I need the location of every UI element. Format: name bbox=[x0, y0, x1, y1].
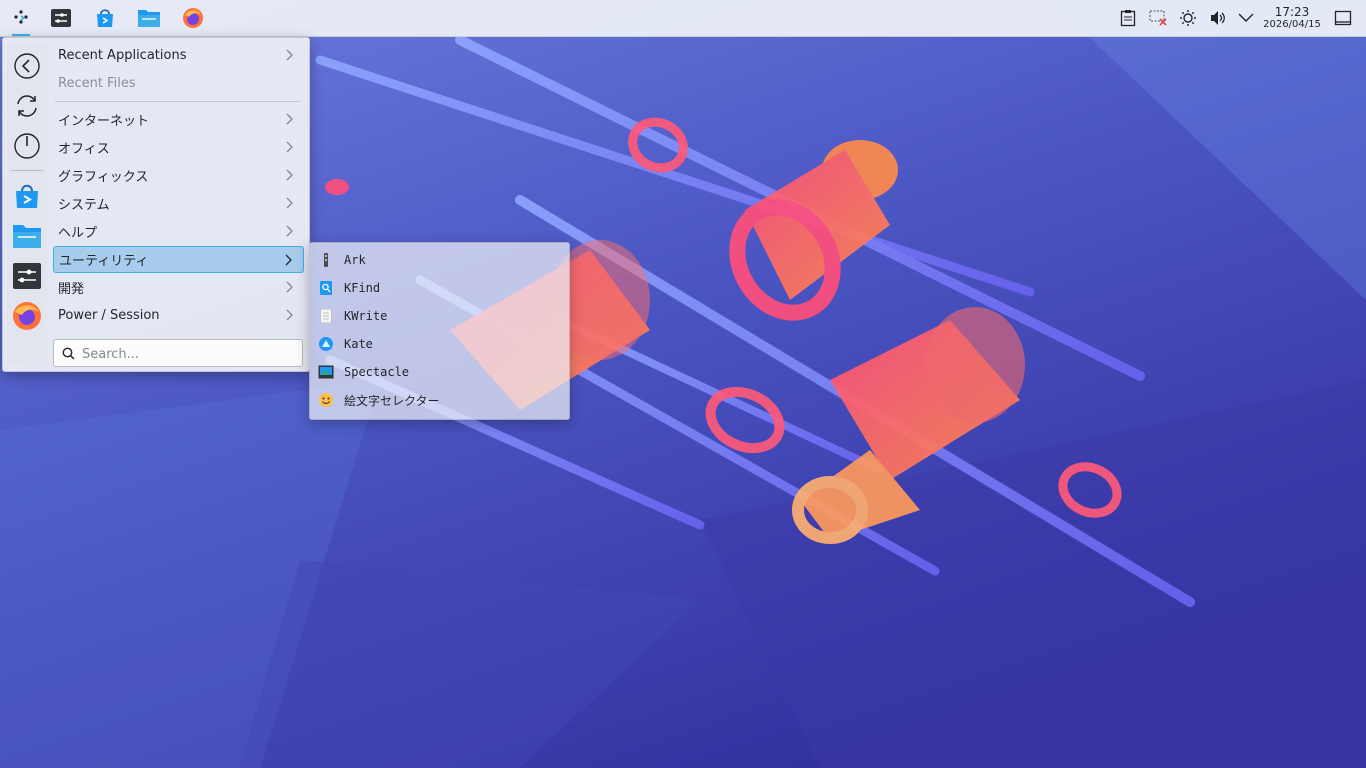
category-office[interactable]: オフィス bbox=[53, 134, 304, 161]
tray-brightness[interactable] bbox=[1178, 8, 1198, 28]
clipboard-icon bbox=[1120, 10, 1136, 27]
chevron-right-icon bbox=[286, 225, 293, 237]
search-input[interactable] bbox=[80, 342, 299, 366]
refresh-icon bbox=[17, 95, 37, 117]
category-power-session[interactable]: Power / Session bbox=[53, 302, 304, 329]
power-button[interactable] bbox=[11, 130, 43, 162]
screenshot-icon bbox=[318, 364, 334, 380]
clock-date: 2026/04/15 bbox=[1263, 19, 1321, 30]
chevron-right-icon bbox=[285, 254, 292, 266]
category-recent-applications[interactable]: Recent Applications bbox=[53, 42, 304, 69]
tray-expand-button[interactable] bbox=[1236, 8, 1256, 28]
favorites-separator bbox=[11, 170, 43, 171]
digital-clock[interactable]: 17:23 2026/04/15 bbox=[1262, 5, 1322, 31]
brightness-icon bbox=[1180, 10, 1196, 26]
back-arrow-icon bbox=[14, 53, 40, 79]
category-recent-files[interactable]: Recent Files bbox=[53, 70, 304, 97]
category-label: ユーティリティ bbox=[59, 254, 149, 269]
category-label: グラフィックス bbox=[58, 170, 149, 185]
taskbar-discover[interactable] bbox=[90, 4, 120, 32]
app-label: KFind bbox=[344, 281, 381, 295]
chevron-right-icon bbox=[286, 309, 293, 321]
application-launcher-menu: Recent Applications Recent Files インターネット… bbox=[2, 37, 310, 372]
sliders-icon bbox=[51, 9, 71, 27]
show-desktop-button[interactable] bbox=[1333, 8, 1353, 28]
category-graphics[interactable]: グラフィックス bbox=[53, 162, 304, 189]
category-label: インターネット bbox=[58, 114, 150, 129]
category-internet[interactable]: インターネット bbox=[53, 106, 304, 133]
search-box bbox=[53, 339, 303, 367]
taskbar-dolphin[interactable] bbox=[134, 4, 164, 32]
sliders-icon bbox=[13, 263, 41, 289]
search-icon bbox=[62, 347, 75, 360]
folder-icon bbox=[138, 10, 160, 27]
category-system[interactable]: システム bbox=[53, 190, 304, 217]
app-label: Kate bbox=[344, 337, 373, 351]
back-button[interactable] bbox=[11, 50, 43, 82]
refresh-button[interactable] bbox=[11, 90, 43, 122]
emoji-icon bbox=[318, 392, 334, 408]
favorite-system-settings[interactable] bbox=[11, 260, 43, 292]
app-label: Ark bbox=[344, 253, 366, 267]
app-launcher-button[interactable] bbox=[6, 4, 36, 36]
app-kfind[interactable]: KFind bbox=[315, 275, 563, 301]
find-icon bbox=[318, 280, 334, 296]
app-spectacle[interactable]: Spectacle bbox=[315, 359, 563, 385]
category-help[interactable]: ヘルプ bbox=[53, 218, 304, 245]
firefox-icon bbox=[13, 302, 41, 330]
favorite-firefox[interactable] bbox=[11, 300, 43, 332]
chevron-right-icon bbox=[286, 281, 293, 293]
chevron-down-icon bbox=[1238, 13, 1254, 22]
category-separator bbox=[55, 101, 300, 102]
category-label: Recent Files bbox=[58, 76, 136, 91]
category-utilities[interactable]: ユーティリティ bbox=[53, 246, 304, 273]
favorite-dolphin[interactable] bbox=[11, 220, 43, 252]
tray-network[interactable] bbox=[1148, 8, 1168, 28]
taskbar-system-settings[interactable] bbox=[46, 4, 76, 32]
app-kate[interactable]: Kate bbox=[315, 331, 563, 357]
network-disconnected-icon bbox=[1149, 10, 1167, 26]
text-editor-icon bbox=[318, 308, 334, 324]
folder-icon bbox=[13, 225, 41, 248]
favorites-sidebar bbox=[7, 42, 47, 366]
shopping-bag-icon bbox=[16, 184, 38, 208]
app-label: Spectacle bbox=[344, 365, 410, 379]
tray-clipboard[interactable] bbox=[1118, 8, 1138, 28]
shopping-bag-icon bbox=[97, 9, 113, 27]
app-label: 絵文字セレクター bbox=[344, 393, 440, 408]
chevron-right-icon bbox=[286, 49, 293, 61]
taskbar-firefox[interactable] bbox=[178, 4, 208, 32]
firefox-icon bbox=[183, 8, 203, 28]
kate-icon bbox=[318, 336, 334, 352]
category-label: 開発 bbox=[58, 282, 85, 297]
tray-volume[interactable] bbox=[1208, 8, 1228, 28]
app-emoji-selector[interactable]: 絵文字セレクター bbox=[315, 387, 563, 413]
app-launcher-icon bbox=[14, 10, 28, 24]
category-label: システム bbox=[58, 198, 110, 213]
power-icon bbox=[14, 133, 40, 159]
category-label: ヘルプ bbox=[58, 226, 98, 241]
category-label: オフィス bbox=[58, 142, 110, 157]
category-development[interactable]: 開発 bbox=[53, 274, 304, 301]
chevron-right-icon bbox=[286, 141, 293, 153]
category-label: Power / Session bbox=[58, 308, 160, 323]
archive-icon bbox=[318, 252, 334, 268]
app-label: KWrite bbox=[344, 309, 388, 323]
top-panel: 17:23 2026/04/15 bbox=[0, 0, 1366, 37]
utilities-submenu: Ark KFind KWrite Kate Spectacle 絵文字セレクター bbox=[309, 242, 570, 420]
chevron-right-icon bbox=[286, 113, 293, 125]
chevron-right-icon bbox=[286, 169, 293, 181]
clock-time: 17:23 bbox=[1274, 5, 1310, 19]
favorite-discover[interactable] bbox=[11, 180, 43, 212]
app-kwrite[interactable]: KWrite bbox=[315, 303, 563, 329]
volume-icon bbox=[1211, 11, 1225, 25]
category-label: Recent Applications bbox=[58, 48, 187, 63]
app-ark[interactable]: Ark bbox=[315, 247, 563, 273]
chevron-right-icon bbox=[286, 197, 293, 209]
show-desktop-icon bbox=[1334, 10, 1352, 26]
